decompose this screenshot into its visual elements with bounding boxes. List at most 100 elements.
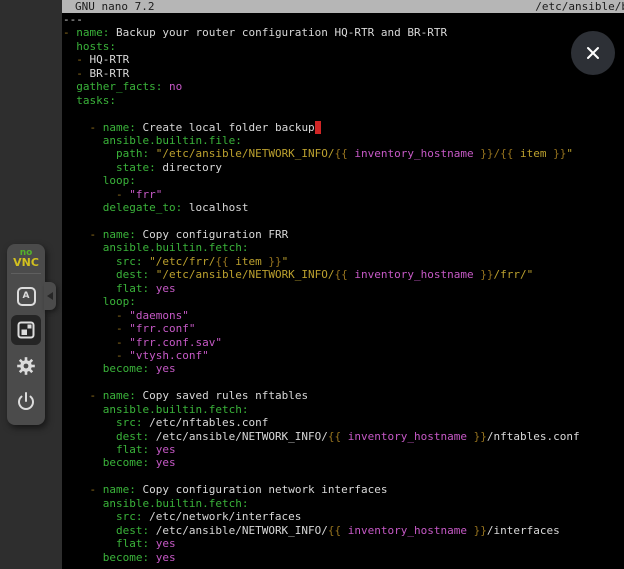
code-token (63, 537, 116, 550)
code-token: {{ (335, 147, 348, 160)
close-button[interactable] (571, 31, 615, 75)
code-token (63, 147, 116, 160)
code-token: - (63, 121, 103, 134)
code-line: - name: Copy configuration FRR (63, 228, 624, 241)
code-token: gather_facts: (76, 80, 162, 93)
novnc-logo-vnc: VNC (7, 258, 45, 267)
chevron-left-icon (47, 292, 53, 300)
code-token: }} (553, 147, 566, 160)
code-token: /nftables.conf (487, 430, 580, 443)
novnc-control-bar: no VNC A (7, 244, 45, 425)
gear-icon (14, 354, 38, 378)
code-token: dest: (116, 268, 149, 281)
code-token: inventory_hostname (348, 268, 480, 281)
code-token (63, 403, 103, 416)
code-token: dest: (116, 430, 149, 443)
code-token: BR-RTR (90, 67, 130, 80)
code-token: "/etc/ansible/NETWORK_INFO/ (156, 268, 335, 281)
code-token (63, 443, 116, 456)
clipboard-button[interactable]: A (11, 281, 41, 311)
remote-terminal-screen[interactable]: GNU nano 7.2 /etc/ansible/b ---- name: B… (62, 0, 624, 569)
code-token (149, 147, 156, 160)
code-token: name: (103, 228, 136, 241)
code-line (63, 470, 624, 483)
code-line: state: directory (63, 161, 624, 174)
code-token: yes (156, 456, 176, 469)
code-token: - (63, 483, 103, 496)
code-line: ansible.builtin.fetch: (63, 497, 624, 510)
code-line: - name: Backup your router configuration… (63, 26, 624, 39)
code-line: gather_facts: no (63, 80, 624, 93)
code-token (63, 456, 103, 469)
code-token (149, 456, 156, 469)
code-line: - "vtysh.conf" (63, 349, 624, 362)
code-token: Copy saved rules nftables (136, 389, 308, 402)
code-line: dest: /etc/ansible/NETWORK_INFO/{{ inven… (63, 430, 624, 443)
code-token: yes (156, 551, 176, 564)
code-token: ansible.builtin.file: (103, 134, 242, 147)
code-token: no (169, 80, 182, 93)
code-token: "daemons" (129, 309, 189, 322)
code-token: /etc/ansible/NETWORK_INFO/ (149, 430, 328, 443)
code-line: - BR-RTR (63, 67, 624, 80)
code-token: /etc/nftables.conf (142, 416, 268, 429)
fullscreen-icon (14, 318, 38, 342)
code-token (63, 282, 116, 295)
code-token: - (63, 309, 129, 322)
code-token (63, 268, 116, 281)
code-token: /etc/network/interfaces (142, 510, 301, 523)
code-token: - (63, 336, 129, 349)
code-token: - (63, 26, 76, 39)
code-token: ansible.builtin.fetch: (103, 497, 249, 510)
code-line: loop: (63, 295, 624, 308)
control-bar-collapse-handle[interactable] (44, 282, 56, 310)
code-token (63, 416, 116, 429)
code-token: - (63, 349, 129, 362)
code-token: item (229, 255, 269, 268)
code-token: src: (116, 416, 143, 429)
code-token (63, 524, 116, 537)
code-token (63, 201, 103, 214)
code-line: tasks: (63, 94, 624, 107)
settings-button[interactable] (11, 351, 41, 381)
code-token: }} (480, 268, 493, 281)
code-token: Copy configuration network interfaces (136, 483, 388, 496)
code-token: {{ (335, 268, 348, 281)
code-token: --- (63, 13, 83, 26)
code-token: }} (474, 430, 487, 443)
code-token: "/etc/ansible/NETWORK_INFO/ (156, 147, 335, 160)
code-token (63, 174, 103, 187)
power-icon (14, 389, 38, 413)
code-line: flat: yes (63, 443, 624, 456)
code-token: - (63, 389, 103, 402)
code-token: {{ (328, 524, 341, 537)
code-token: flat: (116, 282, 149, 295)
code-token: - (63, 322, 129, 335)
code-token (149, 551, 156, 564)
code-token (149, 282, 156, 295)
code-token: }} (268, 255, 281, 268)
code-token (149, 362, 156, 375)
code-token: "vtysh.conf" (129, 349, 208, 362)
fullscreen-button[interactable] (11, 315, 41, 345)
vnc-viewport: GNU nano 7.2 /etc/ansible/b ---- name: B… (0, 0, 624, 569)
code-token (149, 443, 156, 456)
nano-editor-content: ---- name: Backup your router configurat… (62, 13, 624, 569)
code-token: yes (156, 362, 176, 375)
code-token: "/etc/frr/ (149, 255, 215, 268)
code-line: ansible.builtin.fetch: (63, 403, 624, 416)
nano-file-path: /etc/ansible/b (535, 0, 624, 13)
code-token: src: (116, 255, 143, 268)
code-token: ansible.builtin.fetch: (103, 241, 249, 254)
code-token: {{ (328, 430, 341, 443)
power-disconnect-button[interactable] (11, 386, 41, 416)
code-token: yes (156, 537, 176, 550)
code-token (63, 362, 103, 375)
code-line: flat: yes (63, 282, 624, 295)
code-token (149, 268, 156, 281)
code-line: - "daemons" (63, 309, 624, 322)
code-line: src: "/etc/frr/{{ item }}" (63, 255, 624, 268)
code-token: Create local folder backup (136, 121, 315, 134)
code-token: /interfaces (487, 524, 560, 537)
code-token: }} (474, 524, 487, 537)
